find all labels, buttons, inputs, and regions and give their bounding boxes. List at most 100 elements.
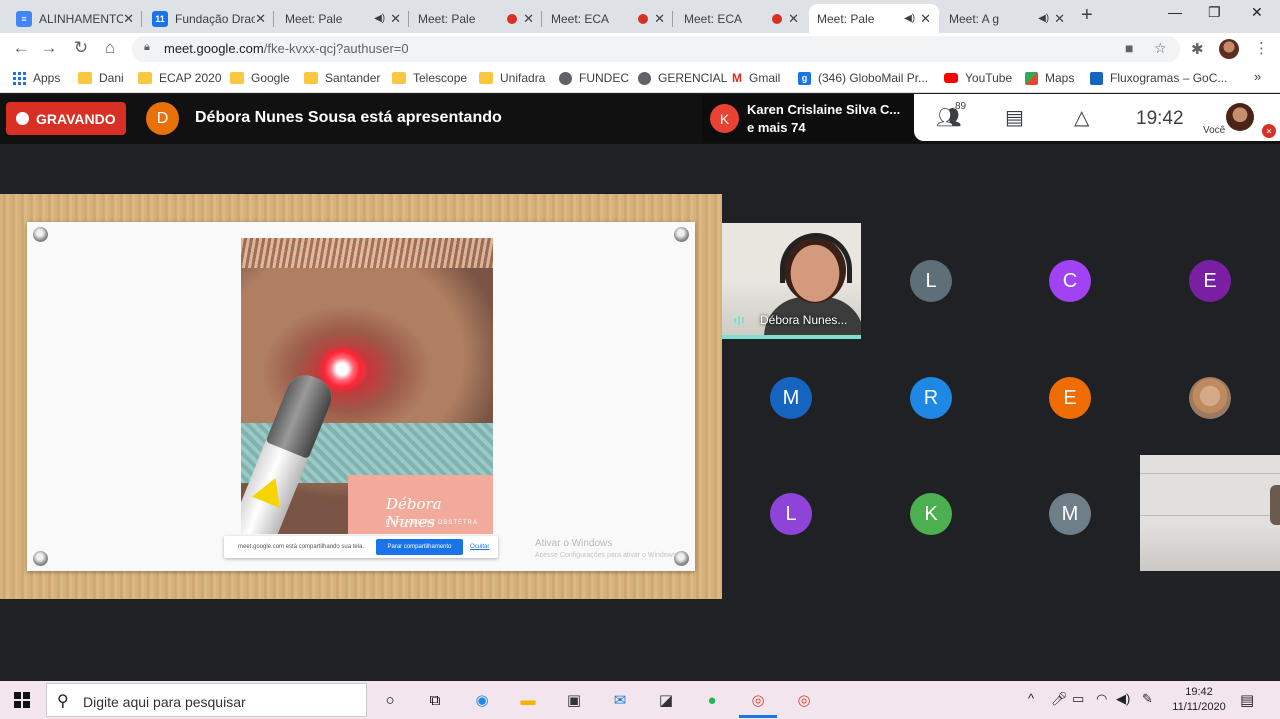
back-icon[interactable]: ← [10, 38, 32, 58]
activate-windows-title: Ativar o Windows [535, 538, 613, 549]
taskbar-search[interactable]: ⚲ Digite aqui para pesquisar [46, 683, 367, 717]
participant-avatar[interactable]: E [1189, 260, 1231, 302]
close-icon[interactable]: ✕ [523, 11, 534, 27]
tab-meet-ag[interactable]: ▶ Meet: A g ◀) ✕ [941, 4, 1073, 33]
bookmark-dani[interactable]: Dani [78, 71, 124, 85]
bookmark-label: Fluxogramas – GoC... [1110, 71, 1228, 85]
notifications-icon[interactable]: ▤ [1240, 691, 1254, 709]
close-icon[interactable]: ✕ [788, 11, 799, 27]
store-icon[interactable]: ▣ [563, 689, 585, 711]
url-host: meet.google.com [164, 41, 264, 56]
wifi-icon[interactable]: ◠ [1096, 691, 1107, 707]
recording-badge[interactable]: GRAVANDO [6, 102, 126, 135]
windows-start-icon[interactable] [14, 692, 30, 708]
participant-avatar[interactable]: L [770, 493, 812, 535]
participant-avatar[interactable]: E [1049, 377, 1091, 419]
new-tab-icon[interactable]: + [1081, 4, 1093, 27]
bookmark-google[interactable]: Google [230, 71, 290, 85]
url-text[interactable]: meet.google.com/fke-kvxx-qcj?authuser=0 [164, 41, 409, 56]
participant-avatar[interactable]: M [770, 377, 812, 419]
camera-icon[interactable]: ■ [1125, 40, 1133, 56]
tab-meet-eca-1[interactable]: ▶ Meet: ECA ✕ [543, 4, 673, 33]
edge-icon[interactable]: ◉ [471, 689, 493, 711]
presenter-camera-tile[interactable]: Débora Nunes... [722, 223, 861, 339]
participant-camera-tile[interactable] [1140, 455, 1280, 571]
bookmark-maps[interactable]: Maps [1025, 71, 1074, 85]
speaker-icon[interactable]: ◀) [1038, 13, 1049, 24]
profile-avatar[interactable] [1219, 39, 1239, 59]
address-bar[interactable]: 🔒︎ meet.google.com/fke-kvxx-qcj?authuser… [132, 36, 1180, 62]
bookmark-label: Santander [325, 71, 381, 85]
close-icon[interactable]: ✕ [920, 11, 931, 27]
bookmark-label: Apps [33, 71, 61, 85]
bookmark-ecap[interactable]: ECAP 2020 [138, 71, 222, 85]
more-bookmarks-icon[interactable]: » [1254, 69, 1261, 84]
participant-avatar[interactable]: C [1049, 260, 1091, 302]
taskbar-clock[interactable]: 19:42 11/11/2020 [1171, 685, 1227, 715]
tab-meet-pale-2[interactable]: ▶ Meet: Pale ✕ [410, 4, 542, 33]
close-icon[interactable]: ✕ [654, 11, 665, 27]
laser-warning-icon [251, 472, 290, 508]
tab-meet-pale-1[interactable]: ▶ Meet: Pale ◀) ✕ [277, 4, 409, 33]
tab-alinhamento[interactable]: ≡ ALINHAMENTO ✕ [8, 4, 142, 33]
join-notification[interactable]: K Karen Crislaine Silva C... e mais 74 [703, 94, 914, 141]
microphone-icon[interactable]: 🎤︎ [1051, 691, 1068, 707]
close-icon[interactable]: ✕ [1054, 11, 1065, 27]
participant-avatar[interactable]: R [910, 377, 952, 419]
docs-icon: ≡ [16, 10, 32, 27]
bookmark-unifadra[interactable]: Unifadra [479, 71, 545, 85]
forward-icon[interactable]: → [38, 38, 60, 58]
bookmark-apps[interactable]: Apps [13, 71, 60, 85]
maximize-icon[interactable]: ❐ [1208, 4, 1221, 21]
tab-title: Meet: ECA [684, 11, 743, 26]
active-app-indicator [739, 715, 777, 718]
menu-icon[interactable]: ⋮ [1254, 39, 1269, 57]
participant-avatar[interactable]: L [910, 260, 952, 302]
close-icon[interactable]: ✕ [255, 11, 266, 27]
extensions-icon[interactable]: ✱ [1191, 40, 1204, 58]
bookmark-youtube[interactable]: YouTube [944, 71, 1012, 85]
show-hidden-icons[interactable]: ^ [1028, 691, 1034, 706]
stop-sharing-button[interactable]: Parar compartilhamento [376, 539, 463, 555]
bookmark-fluxogramas[interactable]: Fluxogramas – GoC... [1090, 71, 1227, 85]
bookmark-fundec[interactable]: FUNDEC [559, 71, 629, 85]
volume-icon[interactable]: ◀) [1116, 691, 1130, 707]
mail-icon[interactable]: ✉ [609, 689, 631, 711]
close-icon[interactable]: ✕ [390, 11, 401, 27]
participant-avatar[interactable]: K [910, 493, 952, 535]
home-icon[interactable]: ⌂ [99, 38, 121, 58]
self-avatar[interactable] [1226, 103, 1254, 131]
bookmark-santander[interactable]: Santander [304, 71, 380, 85]
participant-avatar[interactable]: M [1049, 493, 1091, 535]
activities-icon[interactable]: △ [1074, 105, 1089, 130]
folder-icon [392, 72, 406, 84]
reload-icon[interactable]: ↻ [70, 38, 92, 58]
speaker-icon[interactable]: ◀) [904, 13, 915, 24]
file-explorer-icon[interactable]: ▬ [517, 689, 539, 711]
sticky-notes-icon[interactable]: ◪ [655, 689, 677, 711]
star-icon[interactable]: ☆ [1154, 40, 1167, 57]
bookmark-globomail[interactable]: g (346) GloboMail Pr... [798, 71, 928, 85]
tab-meet-eca-2[interactable]: ▶ Meet: ECA ✕ [676, 4, 807, 33]
chrome-icon[interactable]: ◎ [747, 689, 769, 711]
pen-icon[interactable]: ✎ [1142, 691, 1153, 707]
bookmark-gmail[interactable]: M Gmail [732, 71, 780, 85]
battery-icon[interactable]: ▭ [1072, 691, 1084, 707]
bookmark-telescope[interactable]: Telescope [392, 71, 467, 85]
bookmark-gerencial[interactable]: GERENCIAL [638, 71, 727, 85]
cortana-icon[interactable]: ○ [379, 689, 401, 711]
lock-icon[interactable]: 🔒︎ [144, 41, 150, 54]
hide-link[interactable]: Ocultar [470, 544, 489, 550]
meet-window: GRAVANDO D Débora Nunes Sousa está apres… [0, 94, 1280, 681]
tab-meet-pale-active[interactable]: ▶ Meet: Pale ◀) ✕ [809, 4, 939, 33]
close-window-icon[interactable]: ✕ [1251, 4, 1263, 21]
tab-fundacao[interactable]: 11 Fundação Drac ✕ [144, 4, 274, 33]
chrome-profile-icon[interactable]: ◎ [793, 689, 815, 711]
chat-icon[interactable]: ▤ [1005, 105, 1024, 130]
participant-photo-avatar[interactable] [1189, 377, 1231, 419]
spotify-icon[interactable]: ● [701, 689, 723, 711]
minimize-icon[interactable]: — [1168, 4, 1182, 20]
close-icon[interactable]: ✕ [123, 11, 134, 27]
speaker-icon[interactable]: ◀) [374, 13, 385, 24]
task-view-icon[interactable]: ⧉ [424, 689, 446, 711]
